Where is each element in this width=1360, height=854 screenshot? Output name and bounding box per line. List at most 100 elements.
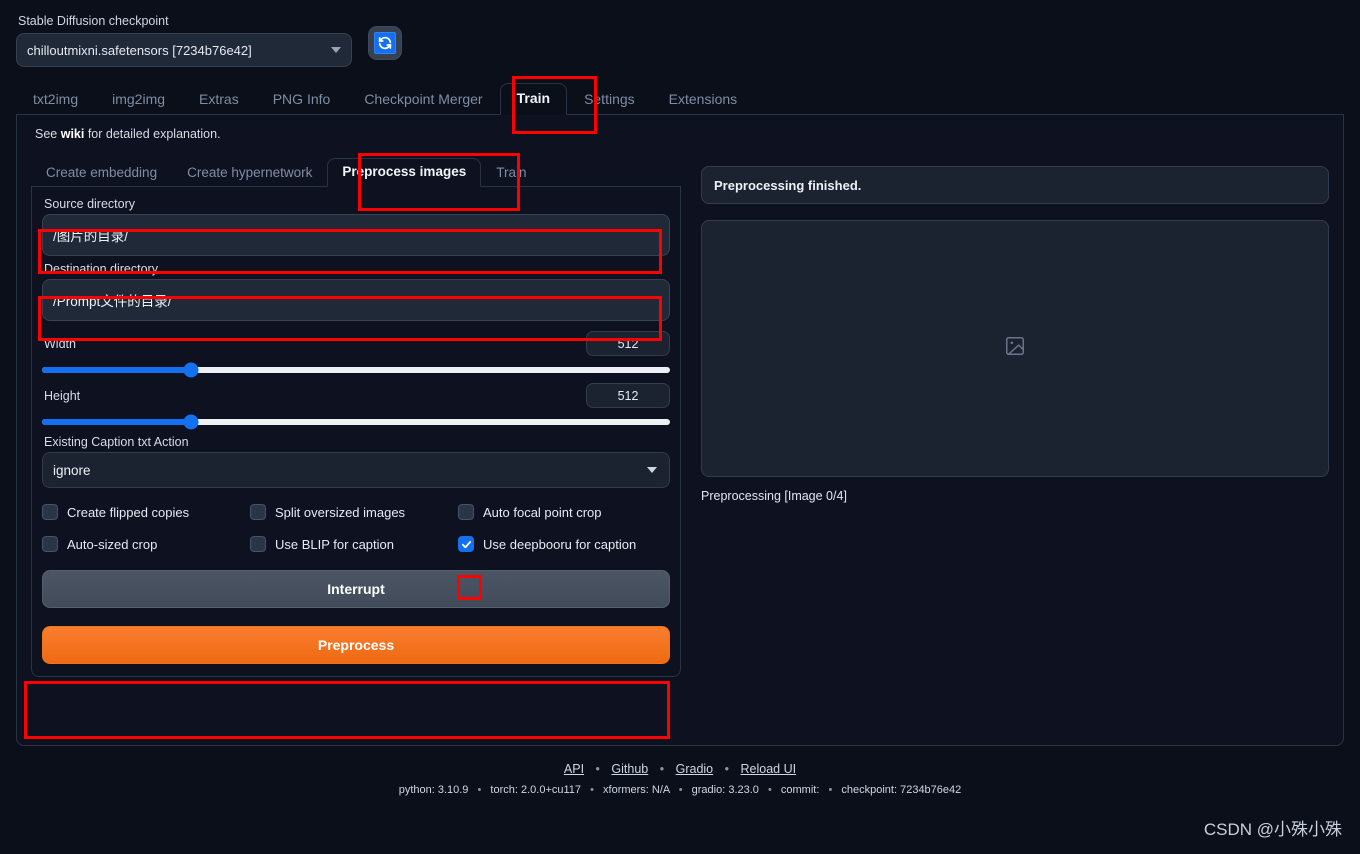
checkbox-label: Auto focal point crop [483,504,602,520]
tab-extras[interactable]: Extras [182,84,256,115]
chevron-down-icon [331,47,341,53]
footer: API • Github • Gradio • Reload UI python… [0,762,1360,796]
checkbox-box [250,504,266,520]
caption-action-group: Existing Caption txt Action ignore [42,435,670,488]
footer-metadata: python: 3.10.9 • torch: 2.0.0+cu117 • xf… [0,784,1360,796]
chevron-down-icon [647,467,657,473]
checkbox-label: Use deepbooru for caption [483,536,637,552]
subtab-create-embedding[interactable]: Create embedding [31,159,172,187]
footer-link-github[interactable]: Github [611,762,648,776]
interrupt-button[interactable]: Interrupt [42,570,670,608]
checkbox-box [250,536,266,552]
width-slider-track[interactable] [42,362,670,378]
meta-torch: torch: 2.0.0+cu117 [490,784,582,796]
refresh-checkpoint-button[interactable] [368,26,402,60]
footer-links: API • Github • Gradio • Reload UI [0,762,1360,776]
checkbox-box-checked [458,536,474,552]
checkpoint-value: chilloutmixni.safetensors [7234b76e42] [27,42,252,58]
wiki-link[interactable]: wiki [61,127,85,141]
caption-action-value: ignore [53,462,91,478]
meta-python: python: 3.10.9 [398,784,469,796]
tab-png-info[interactable]: PNG Info [256,84,348,115]
height-number-input[interactable]: 512 [586,383,670,408]
destination-directory-input[interactable]: /Prompt文件的目录/ [42,279,670,321]
preprocess-form: Source directory /图片的目录/ Destination dir… [31,187,681,677]
checkbox-box [458,504,474,520]
preprocess-options-grid: Create flipped copies Split oversized im… [42,504,670,552]
meta-commit: commit: [780,784,823,796]
right-column: Preprocessing finished. Preprocessing [I… [701,155,1329,677]
footer-link-api[interactable]: API [564,762,584,776]
height-slider-header: Height 512 [42,383,670,408]
checkbox-auto-focal-point-crop[interactable]: Auto focal point crop [458,504,670,520]
wiki-hint-prefix: See [35,127,61,141]
topbar: Stable Diffusion checkpoint chilloutmixn… [0,0,1360,67]
height-label: Height [44,388,81,403]
footer-link-reload-ui[interactable]: Reload UI [741,762,797,776]
source-directory-group: Source directory /图片的目录/ [42,197,670,256]
tab-checkpoint-merger[interactable]: Checkpoint Merger [347,84,499,115]
footer-separator: • [590,784,594,796]
footer-link-gradio[interactable]: Gradio [676,762,714,776]
width-label: Width [44,336,76,351]
width-slider-group: Width 512 [42,331,670,378]
checkbox-use-blip-for-caption[interactable]: Use BLIP for caption [250,536,458,552]
width-number-input[interactable]: 512 [586,331,670,356]
image-placeholder-icon [1004,335,1026,362]
checkbox-auto-sized-crop[interactable]: Auto-sized crop [42,536,250,552]
csdn-watermark: CSDN @小殊小殊 [1203,820,1342,839]
width-slider-thumb[interactable] [183,362,199,378]
height-slider-fill [42,419,191,425]
footer-separator: • [678,784,683,796]
checkpoint-selector-wrap: Stable Diffusion checkpoint chilloutmixn… [16,10,352,67]
height-slider-group: Height 512 [42,383,670,430]
refresh-icon [374,32,396,54]
footer-separator: • [477,784,482,796]
source-directory-label: Source directory [44,197,136,211]
height-slider-track[interactable] [42,414,670,430]
tab-img2img[interactable]: img2img [95,84,182,115]
wiki-hint-suffix: for detailed explanation. [84,127,221,141]
destination-directory-label: Destination directory [44,262,158,276]
footer-separator: • [828,784,833,796]
tab-extensions[interactable]: Extensions [652,84,754,115]
train-panel: See wiki for detailed explanation. Creat… [16,115,1344,746]
checkbox-box [42,504,58,520]
checkbox-split-oversized-images[interactable]: Split oversized images [250,504,458,520]
checkbox-create-flipped-copies[interactable]: Create flipped copies [42,504,250,520]
subtab-train[interactable]: Train [481,159,541,187]
meta-checkpoint: checkpoint: 7234b76e42 [841,784,962,796]
tab-txt2img[interactable]: txt2img [16,84,95,115]
checkbox-label: Create flipped copies [67,504,190,520]
preprocess-button[interactable]: Preprocess [42,626,670,664]
tab-settings[interactable]: Settings [567,84,652,115]
tab-train[interactable]: Train [499,83,568,115]
status-message: Preprocessing finished. [701,166,1329,204]
main-tab-bar: txt2img img2img Extras PNG Info Checkpoi… [16,81,1344,115]
progress-text: Preprocessing [Image 0/4] [701,489,847,503]
height-slider-thumb[interactable] [183,414,199,430]
caption-action-label: Existing Caption txt Action [44,435,189,449]
footer-separator: • [767,784,772,796]
checkbox-label: Use BLIP for caption [275,536,394,552]
width-slider-fill [42,367,191,373]
train-sub-tab-bar: Create embedding Create hypernetwork Pre… [31,155,681,187]
checkpoint-dropdown[interactable]: chilloutmixni.safetensors [7234b76e42] [16,33,352,67]
output-image-gallery[interactable] [701,220,1329,477]
checkbox-label: Auto-sized crop [67,536,158,552]
panel-columns: Create embedding Create hypernetwork Pre… [31,155,1329,677]
subtab-create-hypernetwork[interactable]: Create hypernetwork [172,159,327,187]
source-directory-input[interactable]: /图片的目录/ [42,214,670,256]
checkbox-label: Split oversized images [275,504,406,520]
checkbox-use-deepbooru-for-caption[interactable]: Use deepbooru for caption [458,536,670,552]
footer-separator: • [659,762,665,776]
destination-directory-group: Destination directory /Prompt文件的目录/ [42,262,670,321]
meta-xformers: xformers: N/A [603,784,670,796]
caption-action-dropdown[interactable]: ignore [42,452,670,488]
footer-separator: • [595,762,600,776]
wiki-hint: See wiki for detailed explanation. [35,127,1329,141]
checkbox-box [42,536,58,552]
left-column: Create embedding Create hypernetwork Pre… [31,155,681,677]
checkpoint-label: Stable Diffusion checkpoint [18,14,169,28]
subtab-preprocess-images[interactable]: Preprocess images [327,158,482,187]
